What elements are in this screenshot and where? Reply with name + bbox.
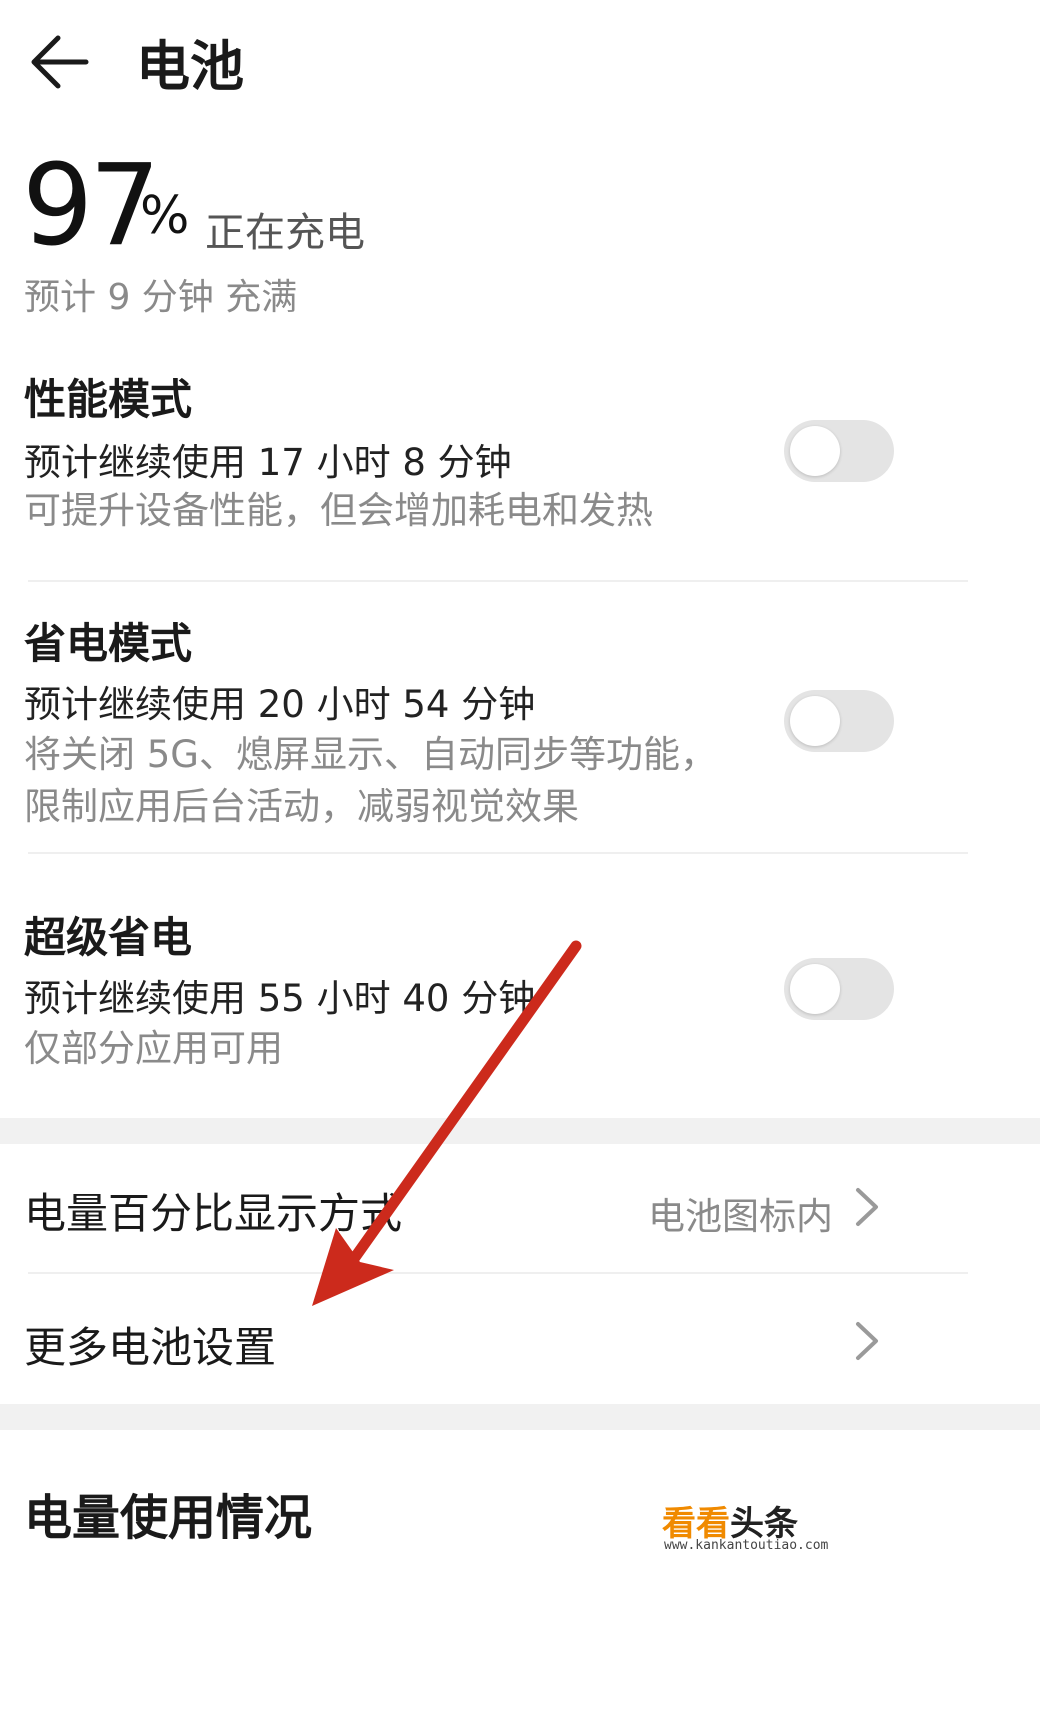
mode-title: 省电模式 <box>24 619 193 668</box>
charging-status: 正在充电 <box>205 210 365 256</box>
chevron-right-icon <box>856 1322 878 1360</box>
arrow-left-icon <box>31 35 89 89</box>
mode-description: 可提升设备性能，但会增加耗电和发热 <box>24 489 653 532</box>
toggle-knob <box>790 426 840 476</box>
mode-title: 性能模式 <box>24 375 193 424</box>
mode-usage-estimate: 预计继续使用 17 小时 8 分钟 <box>24 441 512 484</box>
chevron-right-icon <box>856 1188 878 1226</box>
divider <box>28 580 968 582</box>
section-separator <box>0 1404 1040 1430</box>
battery-percentage-display-row[interactable]: 电量百分比显示方式 电池图标内 <box>0 1144 1040 1270</box>
mode-usage-estimate: 预计继续使用 20 小时 54 分钟 <box>24 683 536 726</box>
watermark-url: www.kankantoutiao.com <box>664 1538 829 1553</box>
annotation-arrow <box>312 940 582 1306</box>
ultra-saving-mode-toggle[interactable] <box>784 958 894 1020</box>
battery-percent: 97 <box>22 141 161 271</box>
mode-description-line-1: 将关闭 5G、熄屏显示、自动同步等功能， <box>24 733 717 776</box>
section-separator <box>0 1118 1040 1144</box>
page-title: 电池 <box>136 35 244 98</box>
usage-section-title: 电量使用情况 <box>24 1490 313 1546</box>
performance-mode-toggle[interactable] <box>784 420 894 482</box>
percent-sign: % <box>140 186 190 246</box>
toggle-knob <box>790 696 840 746</box>
setting-label: 更多电池设置 <box>24 1323 277 1372</box>
mode-description: 仅部分应用可用 <box>24 1027 283 1070</box>
power-saving-mode-toggle[interactable] <box>784 690 894 752</box>
mode-description-line-2: 限制应用后台活动，减弱视觉效果 <box>24 785 579 828</box>
mode-title: 超级省电 <box>24 913 193 962</box>
mode-usage-estimate: 预计继续使用 55 小时 40 分钟 <box>24 977 536 1020</box>
more-battery-settings-row[interactable]: 更多电池设置 <box>0 1274 1040 1402</box>
back-button[interactable] <box>24 22 104 102</box>
setting-label: 电量百分比显示方式 <box>24 1189 403 1238</box>
toggle-knob <box>790 964 840 1014</box>
divider <box>28 852 968 854</box>
charge-estimate: 预计 9 分钟 充满 <box>24 277 298 318</box>
setting-value: 电池图标内 <box>648 1195 833 1238</box>
